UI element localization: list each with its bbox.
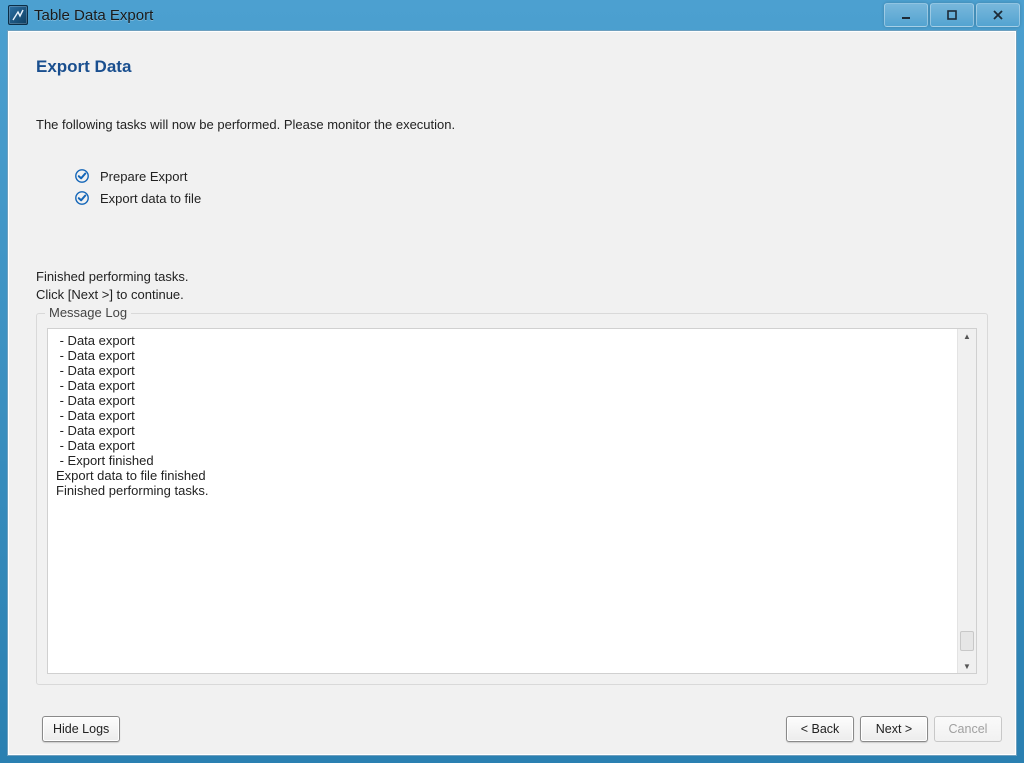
footer: Hide Logs < Back Next > Cancel [8, 703, 1016, 755]
next-button[interactable]: Next > [860, 716, 928, 742]
scroll-thumb[interactable] [960, 631, 974, 651]
app-icon [8, 5, 28, 25]
titlebar[interactable]: Table Data Export [0, 0, 1024, 30]
task-list: Prepare Export Export data to file [74, 162, 988, 212]
window-title: Table Data Export [34, 7, 153, 24]
check-icon [74, 190, 90, 206]
back-button[interactable]: < Back [786, 716, 854, 742]
scrollbar[interactable]: ▲ ▼ [957, 329, 976, 673]
minimize-button[interactable] [884, 3, 928, 27]
message-log-frame: Message Log - Data export - Data export … [36, 313, 988, 685]
scroll-down-icon[interactable]: ▼ [958, 659, 976, 673]
maximize-button[interactable] [930, 3, 974, 27]
client-area: Export Data The following tasks will now… [7, 30, 1017, 756]
intro-text: The following tasks will now be performe… [36, 117, 988, 132]
message-log-legend: Message Log [45, 305, 131, 320]
task-label: Prepare Export [100, 169, 187, 184]
hide-logs-button[interactable]: Hide Logs [42, 716, 120, 742]
content: Export Data The following tasks will now… [8, 31, 1016, 703]
check-icon [74, 168, 90, 184]
message-log-group: Message Log - Data export - Data export … [36, 313, 988, 685]
status-line: Click [Next >] to continue. [36, 286, 988, 304]
message-log-text[interactable]: - Data export - Data export - Data expor… [48, 329, 957, 673]
task-item: Prepare Export [74, 168, 988, 184]
cancel-button: Cancel [934, 716, 1002, 742]
window: Table Data Export Export Data The follow… [0, 0, 1024, 763]
task-label: Export data to file [100, 191, 201, 206]
page-title: Export Data [36, 57, 988, 77]
status-text: Finished performing tasks. Click [Next >… [36, 268, 988, 303]
scroll-up-icon[interactable]: ▲ [958, 329, 976, 343]
close-button[interactable] [976, 3, 1020, 27]
message-log-box: - Data export - Data export - Data expor… [47, 328, 977, 674]
task-item: Export data to file [74, 190, 988, 206]
status-line: Finished performing tasks. [36, 268, 988, 286]
window-controls [882, 3, 1020, 27]
